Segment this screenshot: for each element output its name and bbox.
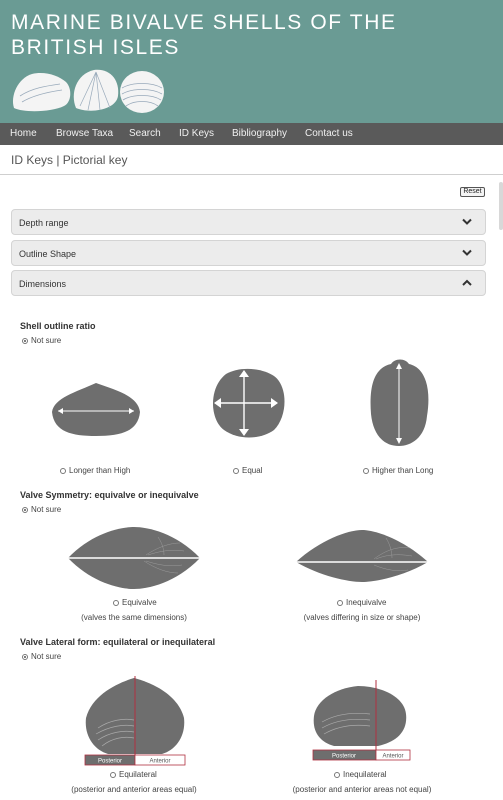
equal-figure[interactable]: [208, 366, 288, 440]
longer-than-high-option[interactable]: Longer than High: [60, 466, 130, 475]
radio-button[interactable]: [22, 338, 28, 344]
option-label: Inequivalve: [346, 598, 387, 607]
option-label: Not sure: [31, 652, 62, 661]
accordion-dimensions[interactable]: Dimensions: [11, 270, 486, 296]
inequilateral-figure[interactable]: Posterior Anterior: [308, 680, 412, 762]
radio-button[interactable]: [22, 654, 28, 660]
equilateral-option[interactable]: Equilateral: [110, 770, 157, 779]
higher-than-long-option[interactable]: Higher than Long: [363, 466, 433, 475]
radio-button[interactable]: [22, 507, 28, 513]
radio-button[interactable]: [337, 600, 343, 606]
option-label: Inequilateral: [343, 770, 387, 779]
lateral-question-title: Valve Lateral form: equilateral or inequ…: [20, 637, 216, 647]
higher-than-long-figure[interactable]: [369, 358, 431, 448]
equal-option[interactable]: Equal: [233, 466, 262, 475]
longer-than-high-figure[interactable]: [50, 380, 142, 440]
radio-button[interactable]: [334, 772, 340, 778]
symmetry-not-sure-option[interactable]: Not sure: [22, 505, 61, 514]
nav-contact-us[interactable]: Contact us: [305, 123, 353, 145]
posterior-label: Posterior: [98, 759, 122, 765]
inequivalve-figure[interactable]: [294, 528, 430, 584]
chevron-down-icon: [462, 218, 472, 225]
option-label: Equal: [242, 466, 263, 475]
anterior-label: Anterior: [149, 759, 170, 765]
heading-divider: [0, 174, 503, 175]
option-label: Higher than Long: [372, 466, 434, 475]
symmetry-question-title: Valve Symmetry: equivalve or inequivalve: [20, 490, 199, 500]
reset-button[interactable]: Reset: [460, 187, 485, 197]
lateral-not-sure-option[interactable]: Not sure: [22, 652, 61, 661]
accordion-depth-range[interactable]: Depth range: [11, 209, 486, 235]
inequilateral-option[interactable]: Inequilateral: [334, 770, 387, 779]
ratio-question-title: Shell outline ratio: [20, 321, 96, 331]
option-label: Not sure: [31, 336, 62, 345]
option-label: Not sure: [31, 505, 62, 514]
scrollbar[interactable]: [499, 182, 503, 230]
site-header: MARINE BIVALVE SHELLS OF THE BRITISH ISL…: [0, 0, 503, 123]
inequivalve-option[interactable]: Inequivalve: [337, 598, 386, 607]
accordion-label: Depth range: [19, 218, 69, 228]
radio-button[interactable]: [363, 468, 369, 474]
main-nav: Home Browse Taxa Search ID Keys Bibliogr…: [0, 123, 503, 145]
equivalve-option[interactable]: Equivalve: [113, 598, 157, 607]
radio-button[interactable]: [110, 772, 116, 778]
chevron-up-icon: [462, 279, 472, 286]
chevron-down-icon: [462, 249, 472, 256]
nav-id-keys[interactable]: ID Keys: [179, 123, 214, 145]
nav-search[interactable]: Search: [129, 123, 161, 145]
nav-home[interactable]: Home: [10, 123, 37, 145]
shells-logo-icon: [12, 69, 164, 113]
accordion-label: Dimensions: [19, 279, 67, 289]
equilateral-caption: (posterior and anterior areas equal): [71, 785, 197, 794]
equilateral-figure[interactable]: Posterior Anterior: [80, 674, 190, 766]
radio-button[interactable]: [60, 468, 66, 474]
equivalve-caption: (valves the same dimensions): [81, 613, 187, 622]
radio-button[interactable]: [113, 600, 119, 606]
accordion-outline-shape[interactable]: Outline Shape: [11, 240, 486, 266]
radio-button[interactable]: [233, 468, 239, 474]
option-label: Equilateral: [119, 770, 157, 779]
nav-bibliography[interactable]: Bibliography: [232, 123, 287, 145]
equivalve-figure[interactable]: [66, 525, 202, 591]
posterior-label: Posterior: [332, 754, 356, 760]
site-title: MARINE BIVALVE SHELLS OF THE BRITISH ISL…: [11, 11, 397, 59]
page-title: ID Keys | Pictorial key: [11, 153, 128, 167]
inequilateral-caption: (posterior and anterior areas not equal): [292, 785, 432, 794]
accordion-label: Outline Shape: [19, 249, 77, 259]
option-label: Longer than High: [69, 466, 131, 475]
inequivalve-caption: (valves differing in size or shape): [303, 613, 421, 622]
ratio-not-sure-option[interactable]: Not sure: [22, 336, 61, 345]
option-label: Equivalve: [122, 598, 157, 607]
nav-browse-taxa[interactable]: Browse Taxa: [56, 123, 113, 145]
anterior-label: Anterior: [382, 754, 403, 760]
